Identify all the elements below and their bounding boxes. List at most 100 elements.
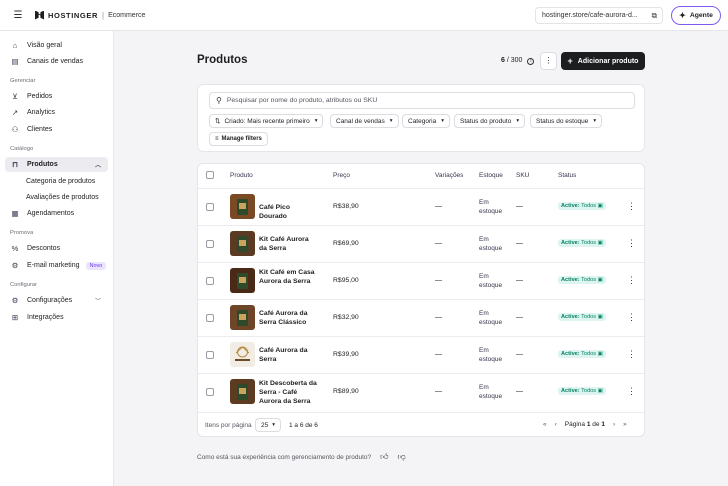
store-url-button[interactable]: hostinger.store/cafe-aurora-d... ⧉ bbox=[535, 7, 663, 24]
sidebar-item-analytics[interactable]: ↗ Analytics bbox=[5, 105, 108, 120]
sidebar-item-canais-de-vendas[interactable]: ▤ Canais de vendas bbox=[5, 54, 108, 69]
sidebar-subitem-avaliacoes[interactable]: Avaliações de produtos bbox=[26, 190, 99, 205]
product-thumbnail[interactable] bbox=[230, 231, 255, 256]
thumbs-down-icon[interactable]: 👎︎ bbox=[398, 452, 406, 462]
status-badge: Active: Todos ▣ bbox=[558, 350, 606, 358]
product-thumbnail[interactable] bbox=[230, 194, 255, 219]
product-stock: Em estoque bbox=[479, 384, 503, 400]
column-header-produto: Produto bbox=[230, 172, 253, 179]
chip-label: Canal de vendas bbox=[336, 117, 385, 125]
status-badge: Active: Todos ▣ bbox=[558, 276, 606, 284]
status-active: Active: bbox=[561, 351, 580, 357]
sidebar-item-email-marketing[interactable]: ⚙ E-mail marketing Novo bbox=[5, 258, 108, 273]
menu-icon[interactable]: ☰ bbox=[10, 10, 26, 21]
info-icon[interactable]: i bbox=[527, 58, 535, 65]
products-table: Produto Preço Variações Estoque SKU Stat… bbox=[197, 163, 645, 437]
sidebar-subitem-categoria[interactable]: Categoria de produtos bbox=[26, 174, 95, 189]
sidebar-item-label: Agendamentos bbox=[27, 210, 75, 217]
product-sku: — bbox=[516, 314, 523, 321]
product-stock: Em estoque bbox=[479, 273, 503, 289]
agent-button[interactable]: ✦ Agente bbox=[671, 6, 721, 25]
next-page-icon[interactable]: › bbox=[613, 421, 615, 428]
more-options-button[interactable]: ⋮ bbox=[540, 52, 557, 70]
filter-category[interactable]: Categoria ▾ bbox=[402, 114, 450, 128]
channels-icon: ▣ bbox=[597, 388, 603, 394]
manage-filters-label: Manage filters bbox=[221, 136, 262, 142]
row-checkbox[interactable] bbox=[206, 351, 214, 359]
sidebar-item-visao-geral[interactable]: ⌂ Visão geral bbox=[5, 38, 108, 53]
table-row[interactable]: Kit Café Aurora da Serra R$69,90 — Em es… bbox=[198, 225, 644, 262]
sidebar-item-agendamentos[interactable]: ▦ Agendamentos bbox=[5, 206, 108, 221]
status-channel: Todos bbox=[581, 388, 597, 394]
items-per-page-select[interactable]: 25 ▾ bbox=[255, 418, 281, 432]
store-icon: ▤ bbox=[11, 57, 19, 66]
filter-stock-status[interactable]: Status do estoque ▾ bbox=[530, 114, 603, 128]
sidebar-item-label: Configurações bbox=[27, 297, 73, 304]
row-actions-icon[interactable]: ⋮ bbox=[627, 386, 636, 397]
row-actions-icon[interactable]: ⋮ bbox=[627, 275, 636, 286]
row-checkbox[interactable] bbox=[206, 314, 214, 322]
status-channel: Todos bbox=[581, 314, 597, 320]
product-sku: — bbox=[516, 277, 523, 284]
page-indicator: Página 1 de 1 bbox=[565, 421, 605, 428]
table-row[interactable]: Café Pico Dourado R$38,90 — Em estoque —… bbox=[198, 188, 644, 225]
page-prefix: Página bbox=[564, 421, 586, 428]
section-heading-catalogo: Catálogo bbox=[10, 146, 34, 152]
product-variations: — bbox=[435, 314, 442, 321]
add-product-button[interactable]: + Adicionar produto bbox=[561, 52, 645, 70]
last-page-icon[interactable]: » bbox=[623, 421, 627, 428]
sidebar-item-pedidos[interactable]: ⊻ Pedidos bbox=[5, 89, 108, 104]
row-actions-icon[interactable]: ⋮ bbox=[627, 238, 636, 249]
filter-product-status[interactable]: Status do produto ▾ bbox=[454, 114, 526, 128]
product-thumbnail[interactable] bbox=[230, 268, 255, 293]
product-name[interactable]: Kit Café Aurora da Serra bbox=[259, 235, 317, 253]
product-thumbnail[interactable] bbox=[230, 379, 255, 404]
row-actions-icon[interactable]: ⋮ bbox=[627, 349, 636, 360]
sidebar-item-produtos[interactable]: ⊓ Produtos ︿ bbox=[5, 157, 108, 172]
row-checkbox[interactable] bbox=[206, 388, 214, 396]
sidebar-item-integracoes[interactable]: ⊞ Integrações bbox=[5, 310, 108, 325]
table-row[interactable]: Kit Café em Casa Aurora da Serra R$95,00… bbox=[198, 262, 644, 299]
product-name[interactable]: Café Aurora da Serra bbox=[259, 346, 317, 364]
row-checkbox[interactable] bbox=[206, 203, 214, 211]
sidebar-item-descontos[interactable]: % Descontos bbox=[5, 241, 108, 256]
sort-dropdown[interactable]: ⇅ Criado: Mais recente primeiro ▾ bbox=[209, 114, 324, 128]
section-name: Ecommerce bbox=[108, 11, 146, 19]
filter-sales-channel[interactable]: Canal de vendas ▾ bbox=[330, 114, 399, 128]
first-page-icon[interactable]: « bbox=[543, 421, 547, 428]
product-name[interactable]: Café Aurora da Serra Clássico bbox=[259, 309, 317, 327]
product-sku: — bbox=[516, 388, 523, 395]
thumbs-up-icon[interactable]: 👍︎ bbox=[380, 452, 388, 462]
select-all-checkbox[interactable] bbox=[206, 171, 214, 179]
brand-name: HOSTINGER bbox=[48, 10, 98, 20]
search-input[interactable]: ⚲ Pesquisar por nome do produto, atribut… bbox=[209, 92, 635, 109]
add-product-label: Adicionar produto bbox=[577, 57, 639, 65]
product-thumbnail[interactable] bbox=[230, 342, 255, 367]
agent-label: Agente bbox=[689, 12, 713, 19]
product-count-current: 6 bbox=[501, 57, 505, 64]
prev-page-icon[interactable]: ‹ bbox=[555, 421, 557, 428]
sidebar-item-configuracoes[interactable]: ⚙ Configurações ﹀ bbox=[5, 293, 108, 308]
product-thumbnail[interactable] bbox=[230, 305, 255, 330]
column-header-variacoes: Variações bbox=[435, 172, 464, 179]
product-sku: — bbox=[516, 351, 523, 358]
row-checkbox[interactable] bbox=[206, 277, 214, 285]
sidebar-item-clientes[interactable]: ⚇ Clientes bbox=[5, 122, 108, 137]
logo-mark-icon bbox=[235, 346, 250, 361]
table-row[interactable]: Café Aurora da Serra Clássico R$32,90 — … bbox=[198, 299, 644, 336]
hostinger-logo[interactable]: HOSTINGER bbox=[35, 10, 98, 20]
hostinger-logo-icon bbox=[35, 10, 44, 20]
row-checkbox[interactable] bbox=[206, 240, 214, 248]
product-name[interactable]: Kit Descoberta da Serra - Café Aurora da… bbox=[259, 379, 317, 406]
row-actions-icon[interactable]: ⋮ bbox=[627, 201, 636, 212]
row-actions-icon[interactable]: ⋮ bbox=[627, 312, 636, 323]
table-row[interactable]: Kit Descoberta da Serra - Café Aurora da… bbox=[198, 373, 644, 410]
channels-icon: ▣ bbox=[597, 277, 603, 283]
feedback-question: Como está sua experiência com gerenciame… bbox=[197, 453, 372, 461]
table-row[interactable]: Café Aurora da Serra R$39,90 — Em estoqu… bbox=[198, 336, 644, 373]
bag-icon: ⊓ bbox=[12, 160, 18, 169]
product-name[interactable]: Café Pico Dourado bbox=[259, 203, 317, 221]
product-name[interactable]: Kit Café em Casa Aurora da Serra bbox=[259, 268, 317, 286]
manage-filters-button[interactable]: ≡ Manage filters bbox=[209, 132, 268, 146]
sidebar-item-label: Analytics bbox=[27, 109, 56, 116]
